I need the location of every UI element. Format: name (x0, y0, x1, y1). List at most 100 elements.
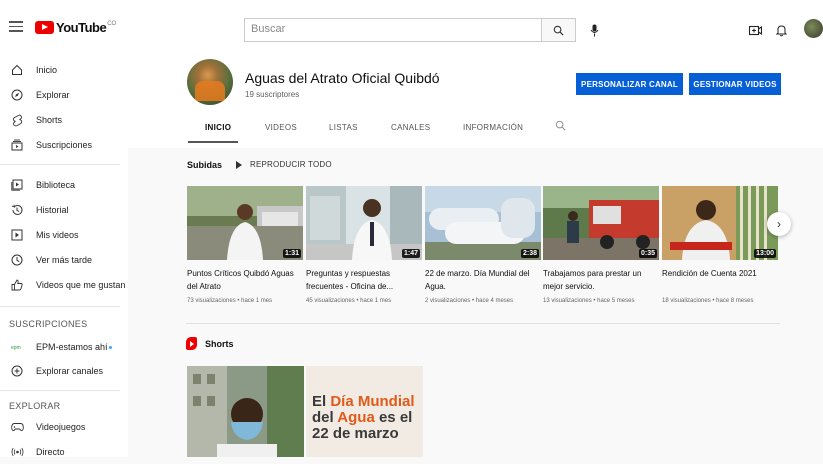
sidebar-item-label: Shorts (36, 115, 63, 125)
notifications-button[interactable] (772, 20, 790, 40)
sidebar-item-library[interactable]: Biblioteca (0, 173, 128, 197)
video-title[interactable]: Trabajamos para prestar un mejor servici… (543, 267, 659, 293)
sidebar-item-label: Explorar canales (36, 366, 104, 376)
history-icon (10, 203, 24, 217)
bell-icon (775, 24, 787, 36)
create-video-button[interactable] (746, 20, 764, 40)
channel-header: Aguas del Atrato Oficial Quibdó 19 suscr… (128, 56, 823, 148)
sidebar-item-gaming[interactable]: Videojuegos (0, 415, 128, 439)
clock-icon (10, 253, 24, 267)
sidebar-item-label: Videos que me gustan (36, 280, 126, 290)
video-card[interactable]: 1:47 Preguntas y respuestas frecuentes -… (306, 186, 422, 304)
video-title[interactable]: Rendición de Cuenta 2021 (662, 267, 778, 293)
sidebar-item-label: Ver más tarde (36, 255, 93, 265)
sidebar-item-home[interactable]: Inicio (0, 58, 128, 82)
tab-channels[interactable]: CANALES (391, 123, 430, 132)
sidebar-item-label: Mis videos (36, 230, 79, 240)
video-duration: 2:38 (520, 249, 539, 258)
short-text-line: del Agua es el (312, 409, 413, 426)
sidebar-item-label: Inicio (36, 65, 58, 75)
sidebar-divider (0, 390, 120, 391)
video-thumbnail[interactable]: 1:47 (306, 186, 422, 260)
short-card[interactable]: El Día Mundial del Agua es el 22 de marz… (306, 366, 423, 457)
manage-videos-button[interactable]: GESTIONAR VIDEOS (689, 73, 781, 95)
explore-heading: EXPLORAR (9, 401, 61, 411)
customize-channel-button[interactable]: PERSONALIZAR CANAL (576, 73, 683, 95)
video-duration: 0:35 (638, 249, 657, 258)
sidebar-item-my-videos[interactable]: Mis videos (0, 223, 128, 247)
search-button[interactable] (542, 18, 576, 42)
subscriptions-icon (10, 138, 24, 152)
shorts-icon (10, 113, 24, 127)
microphone-icon (590, 24, 598, 36)
play-icon (236, 160, 242, 169)
video-card[interactable]: 1:31 Puntos Críticos Quibdó Aguas del At… (187, 186, 303, 304)
video-title[interactable]: 22 de marzo. Día Mundial del Agua. (425, 267, 541, 293)
short-text-line: El Día Mundial (312, 393, 415, 410)
sidebar-item-label: Directo (36, 447, 65, 457)
video-card[interactable]: 2:38 22 de marzo. Día Mundial del Agua. … (425, 186, 541, 304)
top-bar: YouTube CO Buscar (0, 0, 823, 56)
short-thumbnail (187, 366, 304, 457)
sidebar-item-label: Historial (36, 205, 69, 215)
sidebar-item-history[interactable]: Historial (0, 198, 128, 222)
shelf-next-button[interactable]: › (767, 212, 791, 236)
channel-avatar[interactable] (187, 59, 233, 105)
sidebar-item-explore[interactable]: Explorar (0, 83, 128, 107)
logo-text: YouTube (56, 20, 107, 35)
svg-text:epm: epm (11, 345, 21, 350)
account-avatar[interactable] (804, 19, 823, 38)
sidebar-item-watch-later[interactable]: Ver más tarde (0, 248, 128, 272)
sidebar-item-browse-channels[interactable]: Explorar canales (0, 359, 128, 383)
video-title[interactable]: Preguntas y respuestas frecuentes - Ofic… (306, 267, 422, 293)
sidebar-item-live[interactable]: Directo (0, 440, 128, 464)
sidebar-item-liked-videos[interactable]: Videos que me gustan (0, 273, 128, 297)
sidebar-item-epm[interactable]: epm EPM-estamos ahí (0, 335, 128, 359)
play-all-button[interactable]: REPRODUCIR TODO (236, 160, 332, 169)
search-input[interactable]: Buscar (244, 18, 542, 42)
tab-videos[interactable]: VIDEOS (265, 123, 297, 132)
video-meta: 45 visualizaciones • hace 1 mes (306, 298, 392, 304)
compass-icon (10, 88, 24, 102)
channel-search-button[interactable] (555, 120, 566, 133)
voice-search-button[interactable] (585, 20, 603, 40)
video-thumbnail[interactable]: 13:00 (662, 186, 778, 260)
epm-avatar-icon: epm (10, 340, 24, 354)
logo-country: CO (107, 20, 117, 27)
sidebar-item-subscriptions[interactable]: Suscripciones (0, 133, 128, 157)
shorts-heading: Shorts (186, 337, 234, 350)
sidebar-item-label: Videojuegos (36, 422, 86, 432)
shorts-logo-icon (186, 337, 197, 350)
hamburger-menu-icon[interactable] (9, 21, 23, 35)
tab-home[interactable]: INICIO (205, 123, 231, 132)
sidebar-item-label: Biblioteca (36, 180, 76, 190)
video-thumbnail[interactable]: 1:31 (187, 186, 303, 260)
subscriber-count: 19 suscriptores (245, 90, 300, 99)
gamepad-icon (10, 420, 24, 434)
thumbs-up-icon (10, 278, 24, 292)
sidebar: Inicio Explorar Shorts Suscripciones Bib… (0, 56, 128, 457)
youtube-logo[interactable]: YouTube CO (35, 20, 116, 35)
play-all-label: REPRODUCIR TODO (250, 160, 332, 169)
chevron-right-icon: › (777, 217, 781, 231)
sidebar-item-shorts[interactable]: Shorts (0, 108, 128, 132)
short-card[interactable] (187, 366, 304, 457)
sidebar-item-label: Explorar (36, 90, 70, 100)
new-content-dot (109, 346, 112, 349)
video-thumbnail[interactable]: 0:35 (543, 186, 659, 260)
video-title[interactable]: Puntos Críticos Quibdó Aguas del Atrato (187, 267, 303, 293)
search-icon (553, 25, 564, 36)
video-meta: 13 visualizaciones • hace 5 meses (543, 298, 635, 304)
video-thumbnail[interactable]: 2:38 (425, 186, 541, 260)
video-duration: 1:31 (282, 249, 301, 258)
video-meta: 73 visualizaciones • hace 1 mes (187, 298, 273, 304)
video-duration: 1:47 (401, 249, 420, 258)
video-meta: 18 visualizaciones • hace 8 meses (662, 298, 754, 304)
video-card[interactable]: 0:35 Trabajamos para prestar un mejor se… (543, 186, 659, 304)
sidebar-divider (0, 164, 120, 165)
library-icon (10, 178, 24, 192)
shorts-title: Shorts (205, 338, 234, 349)
tab-playlists[interactable]: LISTAS (329, 123, 358, 132)
video-card[interactable]: 13:00 Rendición de Cuenta 2021 18 visual… (662, 186, 778, 304)
tab-about[interactable]: INFORMACIÓN (463, 123, 523, 132)
